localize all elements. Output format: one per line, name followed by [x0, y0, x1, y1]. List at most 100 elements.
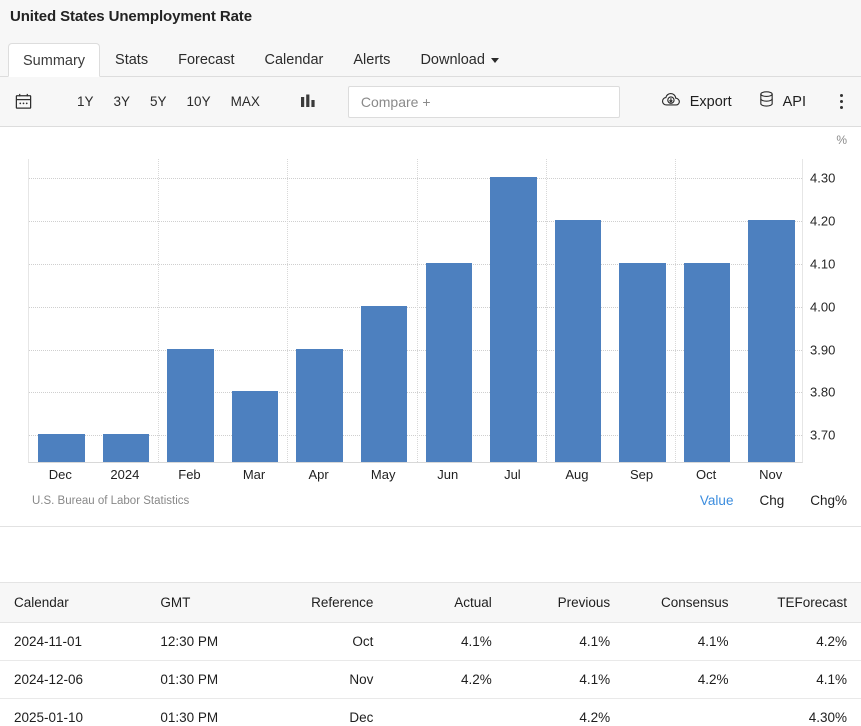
export-button[interactable]: Export: [661, 91, 732, 113]
table-cell-gmt: 01:30 PM: [146, 699, 267, 726]
series-toggle-group: Value Chg Chg%: [700, 493, 847, 508]
series-toggle-chg-pct[interactable]: Chg%: [810, 493, 847, 508]
x-axis-tick-label: Dec: [49, 467, 72, 482]
bar-apr[interactable]: [296, 349, 343, 462]
bar-jul[interactable]: [490, 177, 537, 462]
chart-unit-label: %: [836, 133, 847, 147]
table-cell-reference: Nov: [267, 661, 388, 699]
table-cell-calendar: 2024-12-06: [0, 661, 146, 699]
bar-nov[interactable]: [748, 220, 795, 462]
table-column-header-reference[interactable]: Reference: [267, 583, 388, 623]
series-toggle-chg[interactable]: Chg: [759, 493, 784, 508]
table-cell-actual: 4.1%: [387, 623, 505, 661]
api-button[interactable]: API: [758, 90, 806, 113]
y-axis-tick-label: 4.10: [810, 256, 835, 271]
chart-toolbar: 1Y3Y5Y10YMAX Export: [0, 77, 861, 127]
range-button-5y[interactable]: 5Y: [140, 92, 177, 111]
table-cell-gmt: 01:30 PM: [146, 661, 267, 699]
bar-dec[interactable]: [38, 434, 85, 462]
table-cell-consensus: 4.2%: [624, 661, 742, 699]
tab-label: Alerts: [353, 52, 390, 68]
x-axis-tick-label: Oct: [696, 467, 716, 482]
table-cell-previous: 4.1%: [506, 661, 624, 699]
tab-forecast[interactable]: Forecast: [163, 42, 249, 76]
bar-2024[interactable]: [103, 434, 150, 462]
y-axis-tick-label: 4.20: [810, 214, 835, 229]
page-title: United States Unemployment Rate: [10, 8, 252, 25]
calendar-icon[interactable]: [14, 92, 33, 111]
table-cell-consensus: 4.1%: [624, 623, 742, 661]
range-button-3y[interactable]: 3Y: [104, 92, 141, 111]
x-axis-tick-label: Sep: [630, 467, 653, 482]
table-row[interactable]: 2025-01-1001:30 PMDec 4.2% 4.30%: [0, 699, 861, 726]
tab-stats[interactable]: Stats: [100, 42, 163, 76]
kebab-menu-icon[interactable]: [832, 92, 851, 111]
table-column-header-previous[interactable]: Previous: [506, 583, 624, 623]
y-axis-tick-label: 3.80: [810, 385, 835, 400]
table-column-header-gmt[interactable]: GMT: [146, 583, 267, 623]
compare-input-wrapper[interactable]: [348, 86, 620, 118]
x-axis-tick-label: Feb: [178, 467, 200, 482]
chart-source: U.S. Bureau of Labor Statistics: [32, 495, 189, 507]
table-row[interactable]: 2024-12-0601:30 PMNov4.2%4.1%4.2%4.1%: [0, 661, 861, 699]
range-button-max[interactable]: MAX: [221, 92, 270, 111]
tab-label: Calendar: [265, 52, 324, 68]
y-axis-tick-label: 4.00: [810, 299, 835, 314]
table-body: 2024-11-0112:30 PMOct4.1%4.1%4.1%4.2%202…: [0, 623, 861, 726]
bar-aug[interactable]: [555, 220, 602, 462]
export-label: Export: [690, 94, 732, 110]
x-axis-tick-label: Nov: [759, 467, 782, 482]
toolbar-right-actions: Export API: [635, 90, 851, 113]
table-cell-actual: 4.2%: [387, 661, 505, 699]
tab-summary[interactable]: Summary: [8, 43, 100, 77]
table-column-header-teforecast[interactable]: TEForecast: [743, 583, 861, 623]
table-cell-consensus: [624, 699, 742, 726]
series-toggle-value[interactable]: Value: [700, 493, 734, 508]
bar-feb[interactable]: [167, 349, 214, 462]
chart-panel: % 4.30 4.20 4.10 4.00 3.90 3.80 3.70 Dec 2024 Fe…: [0, 127, 861, 527]
database-icon: [758, 90, 775, 113]
table-cell-gmt: 12:30 PM: [146, 623, 267, 661]
range-button-1y[interactable]: 1Y: [67, 92, 104, 111]
tab-download[interactable]: Download: [405, 42, 514, 76]
table-cell-previous: 4.2%: [506, 699, 624, 726]
bar-jun[interactable]: [426, 263, 473, 462]
chart-plot-area[interactable]: [28, 159, 803, 463]
x-axis-tick-label: May: [371, 467, 396, 482]
tab-label: Forecast: [178, 52, 234, 68]
table-row[interactable]: 2024-11-0112:30 PMOct4.1%4.1%4.1%4.2%: [0, 623, 861, 661]
range-button-10y[interactable]: 10Y: [177, 92, 221, 111]
y-axis-tick-label: 3.70: [810, 428, 835, 443]
x-axis-tick-label: Jun: [437, 467, 458, 482]
tab-calendar[interactable]: Calendar: [250, 42, 339, 76]
table-cell-previous: 4.1%: [506, 623, 624, 661]
chart-footer: U.S. Bureau of Labor Statistics Value Chg…: [0, 493, 861, 508]
compare-input[interactable]: [361, 94, 619, 110]
chevron-down-icon: [491, 58, 499, 63]
content-spacer: [0, 527, 861, 582]
bar-may[interactable]: [361, 306, 408, 462]
x-axis-tick-label: 2024: [110, 467, 139, 482]
bar-chart-icon[interactable]: [298, 93, 318, 111]
api-label: API: [783, 94, 806, 110]
y-axis-tick-label: 4.30: [810, 171, 835, 186]
x-axis-tick-label: Jul: [504, 467, 521, 482]
tab-label: Stats: [115, 52, 148, 68]
table-cell-teforecast: 4.30%: [743, 699, 861, 726]
table-header-row: CalendarGMTReferenceActualPreviousConsen…: [0, 583, 861, 623]
table-column-header-actual[interactable]: Actual: [387, 583, 505, 623]
bar-sep[interactable]: [619, 263, 666, 462]
chart-x-axis: Dec2024FebMarAprMayJunJulAugSepOctNov: [28, 467, 803, 489]
bar-mar[interactable]: [232, 391, 279, 462]
table-column-header-calendar[interactable]: Calendar: [0, 583, 146, 623]
range-selector: 1Y3Y5Y10YMAX: [67, 92, 270, 111]
tab-alerts[interactable]: Alerts: [338, 42, 405, 76]
table-cell-actual: [387, 699, 505, 726]
table-column-header-consensus[interactable]: Consensus: [624, 583, 742, 623]
table-cell-reference: Dec: [267, 699, 388, 726]
bar-oct[interactable]: [684, 263, 731, 462]
x-axis-tick-label: Aug: [565, 467, 588, 482]
table-cell-teforecast: 4.2%: [743, 623, 861, 661]
y-axis-tick-label: 3.90: [810, 342, 835, 357]
table-cell-calendar: 2025-01-10: [0, 699, 146, 726]
